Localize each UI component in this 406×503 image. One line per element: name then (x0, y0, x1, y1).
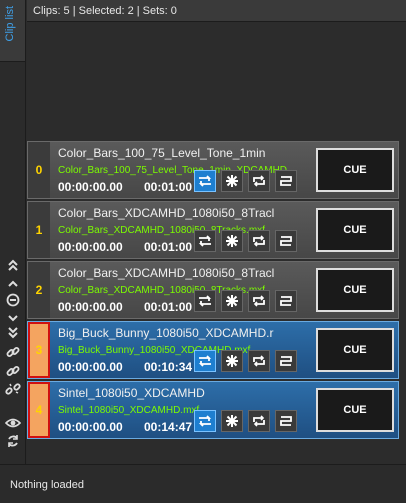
clip-file: Color_Bars_100_75_Level_Tone_1min_XDCAMH… (58, 165, 288, 176)
star-icon[interactable] (221, 170, 243, 192)
clip-index: 0 (28, 142, 50, 198)
clip-file: Sintel_1080i50_XDCAMHD.mxf (58, 405, 200, 416)
clip-title: Color_Bars_100_75_Level_Tone_1min (58, 146, 266, 160)
clip-title: Sintel_1080i50_XDCAMHD (58, 386, 205, 400)
clip-in-time: 00:00:00.00 (58, 240, 123, 254)
tab-clip-list-label: Clip list (4, 6, 16, 42)
repeat-icon[interactable] (248, 170, 270, 192)
link-alt-icon[interactable] (3, 362, 22, 380)
cue-button[interactable]: CUE (316, 388, 394, 432)
step-icon[interactable] (275, 410, 297, 432)
clip-index: 3 (28, 322, 50, 378)
clip-title: Big_Buck_Bunny_1080i50_XDCAMHD.r (58, 326, 274, 340)
clip-row[interactable]: 3 Big_Buck_Bunny_1080i50_XDCAMHD.r Big_B… (27, 321, 399, 379)
clip-list-header: Clips: 5 | Selected: 2 | Sets: 0 (27, 0, 406, 22)
link-icon[interactable] (3, 343, 22, 361)
repeat-icon[interactable] (248, 350, 270, 372)
loop-icon[interactable] (194, 410, 216, 432)
side-toolbar (0, 62, 26, 464)
cue-button[interactable]: CUE (316, 148, 394, 192)
step-icon[interactable] (275, 350, 297, 372)
star-icon[interactable] (221, 410, 243, 432)
step-icon[interactable] (275, 170, 297, 192)
clip-title: Color_Bars_XDCAMHD_1080i50_8Tracl (58, 266, 275, 280)
loop-icon[interactable] (194, 170, 216, 192)
clip-duration: 00:14:47 (144, 420, 193, 434)
tab-clip-list[interactable]: Clip list (0, 0, 26, 62)
step-icon[interactable] (275, 230, 297, 252)
clip-title: Color_Bars_XDCAMHD_1080i50_8Tracl (58, 206, 275, 220)
clip-index: 1 (28, 202, 50, 258)
loop-icon[interactable] (194, 350, 216, 372)
repeat-icon[interactable] (248, 410, 270, 432)
status-text: Nothing loaded (10, 479, 85, 491)
cue-button[interactable]: CUE (316, 208, 394, 252)
unlink-icon[interactable] (3, 380, 22, 398)
clip-index: 2 (28, 262, 50, 318)
clip-in-time: 00:00:00.00 (58, 180, 123, 194)
clip-row[interactable]: 4 Sintel_1080i50_XDCAMHD Sintel_1080i50_… (27, 381, 399, 439)
minus-circle-icon[interactable] (3, 291, 22, 309)
repeat-icon[interactable] (248, 290, 270, 312)
step-icon[interactable] (275, 290, 297, 312)
cue-button[interactable]: CUE (316, 268, 394, 312)
status-bar: Nothing loaded (0, 464, 406, 503)
star-icon[interactable] (221, 290, 243, 312)
sync-icon[interactable] (3, 432, 22, 450)
clip-file: Color_Bars_XDCAMHD_1080i50_8Tracks.mxf (58, 285, 265, 296)
clip-row[interactable]: 2 Color_Bars_XDCAMHD_1080i50_8Tracl Colo… (27, 261, 399, 319)
chevrons-down-icon[interactable] (3, 324, 22, 342)
clip-file: Color_Bars_XDCAMHD_1080i50_8Tracks.mxf (58, 225, 265, 236)
clip-duration: 00:01:00 (144, 180, 193, 194)
clip-in-time: 00:00:00.00 (58, 300, 123, 314)
clip-row[interactable]: 0 Color_Bars_100_75_Level_Tone_1min Colo… (27, 141, 399, 199)
clip-duration: 00:01:00 (144, 300, 193, 314)
star-icon[interactable] (221, 230, 243, 252)
clip-in-time: 00:00:00.00 (58, 360, 123, 374)
clip-file: Big_Buck_Bunny_1080i50_XDCAMHD.mxf (58, 345, 251, 356)
clip-duration: 00:10:34 (144, 360, 193, 374)
star-icon[interactable] (221, 350, 243, 372)
eye-icon[interactable] (3, 414, 22, 432)
loop-icon[interactable] (194, 230, 216, 252)
repeat-icon[interactable] (248, 230, 270, 252)
clip-in-time: 00:00:00.00 (58, 420, 123, 434)
chevrons-up-icon[interactable] (3, 256, 22, 274)
clip-row[interactable]: 1 Color_Bars_XDCAMHD_1080i50_8Tracl Colo… (27, 201, 399, 259)
clip-duration: 00:01:00 (144, 240, 193, 254)
clip-count-status: Clips: 5 | Selected: 2 | Sets: 0 (33, 5, 177, 17)
clip-index: 4 (28, 382, 50, 438)
cue-button[interactable]: CUE (316, 328, 394, 372)
loop-icon[interactable] (194, 290, 216, 312)
